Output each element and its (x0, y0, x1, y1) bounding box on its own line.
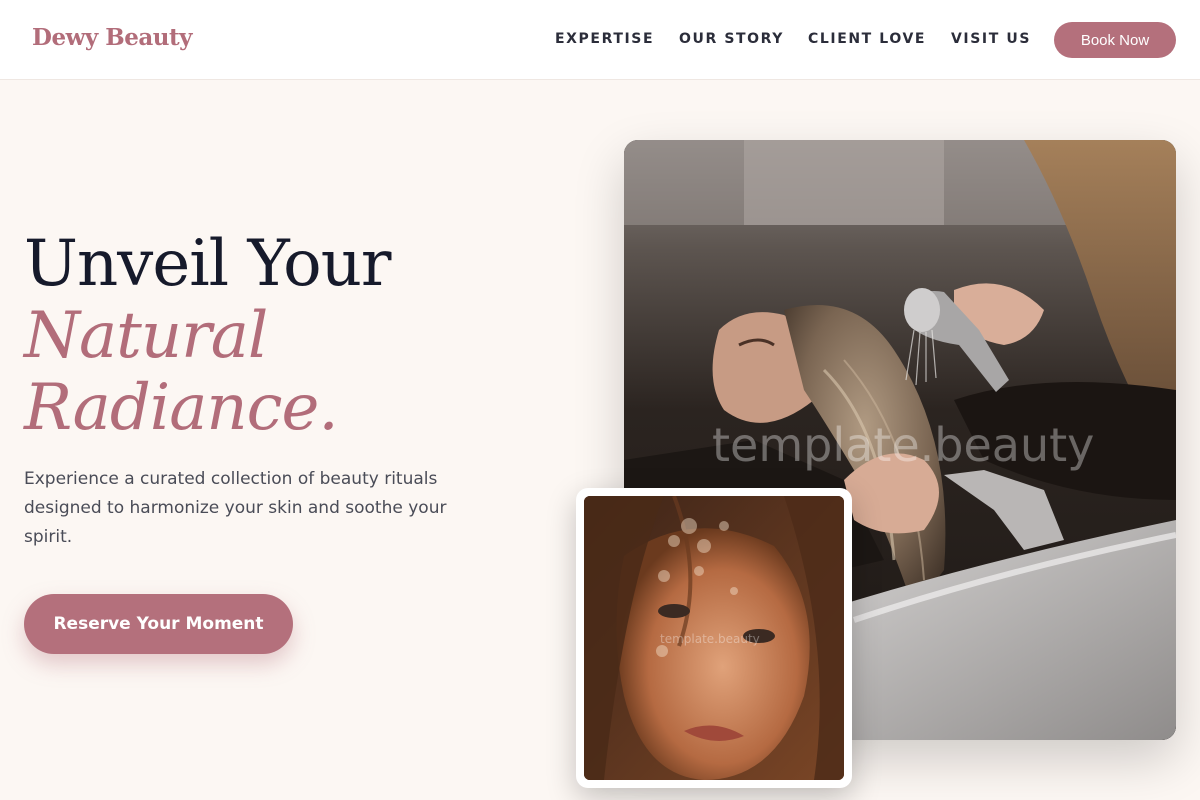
portrait-watermark: template.beauty (660, 632, 760, 646)
brand-logo[interactable]: Dewy Beauty (32, 24, 192, 51)
headline-line-2: Natural (24, 299, 268, 373)
book-now-button[interactable]: Book Now (1054, 22, 1176, 58)
freckled-portrait-photo: template.beauty (584, 496, 844, 780)
hero-description: Experience a curated collection of beaut… (24, 469, 447, 547)
portrait-photo-frame: template.beauty (576, 488, 852, 788)
nav-link-client-love[interactable]: CLIENT LOVE (808, 31, 926, 47)
headline-line-3: Radiance. (24, 371, 339, 445)
main-photo-watermark: template.beauty (712, 418, 1095, 472)
site-header: Dewy Beauty EXPERTISE OUR STORY CLIENT L… (0, 0, 1200, 80)
headline-line-1: Unveil Your (24, 227, 391, 301)
hero-headline: Unveil Your Natural Radiance. (24, 228, 391, 444)
reserve-moment-button[interactable]: Reserve Your Moment (24, 594, 293, 654)
nav-link-expertise[interactable]: EXPERTISE (555, 31, 654, 47)
nav-link-visit-us[interactable]: VISIT US (951, 31, 1031, 47)
nav-link-our-story[interactable]: OUR STORY (679, 31, 784, 47)
